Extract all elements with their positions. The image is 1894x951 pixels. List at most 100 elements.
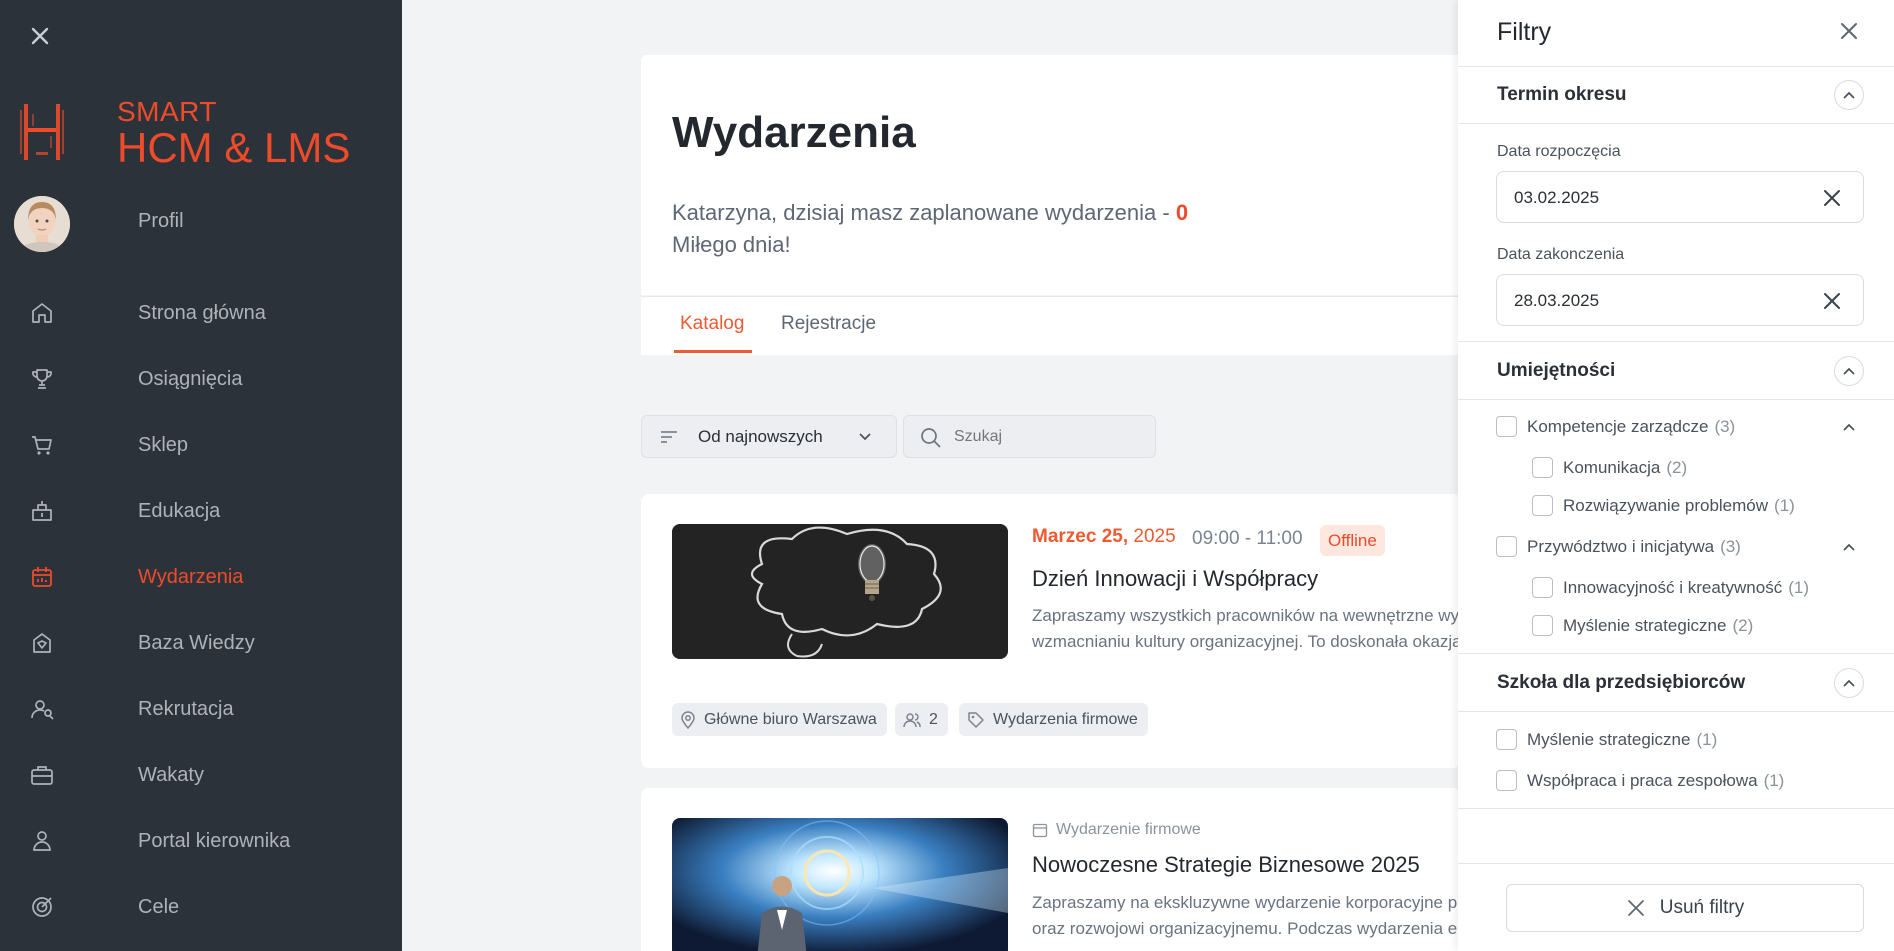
tab-katalog[interactable]: Katalog xyxy=(680,313,744,335)
event-date-month: Marzec 25, xyxy=(1032,526,1129,547)
checkbox-count: (1) xyxy=(1763,770,1785,790)
sidebar: SMART HCM & LMS Profil Strona główna Osi… xyxy=(0,0,402,951)
sidebar-item-baza-wiedzy[interactable]: Baza Wiedzy xyxy=(0,618,402,668)
event-image[interactable] xyxy=(672,818,1008,951)
filter-checkbox-row[interactable]: Myślenie strategiczne (2) xyxy=(1532,615,1753,636)
location-chip: Główne biuro Warszawa xyxy=(672,703,887,736)
brand-name: SMART HCM & LMS xyxy=(117,98,350,170)
checkbox[interactable] xyxy=(1532,495,1553,516)
checkbox-label: Komunikacja xyxy=(1563,457,1661,477)
event-description-line: wzmacnianiu kultury organizacyjnej. To d… xyxy=(1032,632,1462,651)
sidebar-item-wakaty[interactable]: Wakaty xyxy=(0,750,402,800)
checkbox[interactable] xyxy=(1496,536,1517,557)
sidebar-item-strona-glowna[interactable]: Strona główna xyxy=(0,288,402,338)
event-title[interactable]: Nowoczesne Strategie Biznesowe 2025 xyxy=(1032,852,1420,878)
checkbox-label: Kompetencje zarządcze xyxy=(1527,416,1709,436)
filter-panel-title: Filtry xyxy=(1497,18,1552,46)
clear-icon[interactable] xyxy=(1821,187,1843,209)
sidebar-item-cele[interactable]: Cele xyxy=(0,882,402,932)
checkbox[interactable] xyxy=(1496,729,1517,750)
brand-line2: HCM & LMS xyxy=(117,124,351,171)
sidebar-item-sklep[interactable]: Sklep xyxy=(0,420,402,470)
checkbox-count: (2) xyxy=(1666,457,1688,477)
checkbox[interactable] xyxy=(1532,577,1553,598)
tab-rejestracje[interactable]: Rejestracje xyxy=(781,313,876,335)
sidebar-item-label: Edukacja xyxy=(138,499,221,522)
search-field[interactable] xyxy=(903,415,1156,458)
filter-checkbox-row[interactable]: Rozwiązywanie problemów (1) xyxy=(1532,495,1795,516)
section-title-period: Termin okresu xyxy=(1497,84,1627,105)
checkbox-label: Innowacyjność i kreatywność xyxy=(1563,577,1783,597)
chevron-up-icon xyxy=(1843,367,1855,375)
divider xyxy=(1458,863,1894,864)
filter-checkbox-row[interactable]: Współpraca i praca zespołowa (1) xyxy=(1496,770,1784,791)
checkbox-count: (2) xyxy=(1732,615,1754,635)
checkbox[interactable] xyxy=(1496,770,1517,791)
event-image[interactable] xyxy=(672,524,1008,659)
sidebar-item-label: Strona główna xyxy=(138,301,266,324)
close-icon[interactable] xyxy=(26,22,54,50)
end-date-input[interactable] xyxy=(1514,289,1774,313)
location-pin-icon xyxy=(681,710,695,729)
greeting-text: Katarzyna, dzisiaj masz zaplanowane wyda… xyxy=(672,200,1176,225)
event-time: 09:00 - 11:00 xyxy=(1192,528,1303,549)
filter-checkbox-row[interactable]: Myślenie strategiczne (1) xyxy=(1496,729,1717,750)
start-date-input[interactable] xyxy=(1514,186,1774,210)
reset-filters-label: Usuń filtry xyxy=(1659,897,1745,918)
chevron-down-icon xyxy=(859,433,871,441)
checkbox-label: Myślenie strategiczne xyxy=(1527,729,1691,749)
tabs-bar xyxy=(641,296,1461,355)
end-date-field[interactable] xyxy=(1496,274,1864,326)
sidebar-item-edukacja[interactable]: Edukacja xyxy=(0,486,402,536)
logo-icon xyxy=(20,104,64,160)
checkbox[interactable] xyxy=(1532,457,1553,478)
checkbox[interactable] xyxy=(1496,416,1517,437)
start-date-label: Data rozpoczęcia xyxy=(1497,143,1621,160)
filter-checkbox-row[interactable]: Innowacyjność i kreatywność (1) xyxy=(1532,577,1809,598)
event-title[interactable]: Dzień Innowacji i Współpracy xyxy=(1032,566,1318,592)
checkbox[interactable] xyxy=(1532,615,1553,636)
sidebar-item-label: Cele xyxy=(138,895,180,918)
sidebar-item-profil[interactable]: Profil xyxy=(0,196,402,246)
event-description: Zapraszamy na ekskluzywne wydarzenie kor… xyxy=(1032,890,1462,942)
tab-active-indicator xyxy=(674,350,752,353)
page-title: Wydarzenia xyxy=(672,108,916,157)
filter-checkbox-row[interactable]: Przywództwo i inicjatywa (3) xyxy=(1496,536,1741,557)
filter-checkbox-row[interactable]: Kompetencje zarządcze (3) xyxy=(1496,416,1735,437)
search-input[interactable] xyxy=(954,425,1144,449)
sidebar-item-label: Wakaty xyxy=(138,763,204,786)
sort-label: Od najnowszych xyxy=(698,427,823,446)
clear-icon[interactable] xyxy=(1821,290,1843,312)
start-date-field[interactable] xyxy=(1496,171,1864,223)
checkbox-count: (3) xyxy=(1720,536,1741,556)
status-badge: Offline xyxy=(1320,525,1385,556)
chevron-up-icon[interactable] xyxy=(1840,418,1858,436)
end-date-label: Data zakonczenia xyxy=(1497,246,1625,263)
checkbox-label: Przywództwo i inicjatywa xyxy=(1527,536,1715,556)
chevron-up-icon[interactable] xyxy=(1840,538,1858,556)
filter-checkbox-row[interactable]: Komunikacja (2) xyxy=(1532,457,1687,478)
sidebar-item-portal-kierownika[interactable]: Portal kierownika xyxy=(0,816,402,866)
sort-select[interactable]: Od najnowszych xyxy=(641,415,897,458)
sidebar-item-wydarzenia[interactable]: Wydarzenia xyxy=(0,552,402,602)
category-label: Wydarzenia firmowe xyxy=(993,710,1138,728)
sidebar-item-label: Wydarzenia xyxy=(138,565,244,588)
reset-filters-button[interactable]: Usuń filtry xyxy=(1506,884,1864,932)
event-description-line: oraz rozwojowi organizacyjnemu. Podczas … xyxy=(1032,919,1462,938)
event-date-year: 2025 xyxy=(1133,526,1176,547)
users-icon xyxy=(903,712,921,727)
knowledge-icon xyxy=(33,633,51,653)
section-collapse-button[interactable] xyxy=(1834,668,1864,698)
sidebar-item-osiagniecia[interactable]: Osiągnięcia xyxy=(0,354,402,404)
greeting: Katarzyna, dzisiaj masz zaplanowane wyda… xyxy=(672,197,1188,261)
sidebar-item-rekrutacja[interactable]: Rekrutacja xyxy=(0,684,402,734)
event-description-line: Zapraszamy na ekskluzywne wydarzenie kor… xyxy=(1032,893,1462,912)
education-icon xyxy=(32,501,52,521)
section-collapse-button[interactable] xyxy=(1834,356,1864,386)
trophy-icon xyxy=(32,369,52,389)
cart-icon xyxy=(32,436,52,455)
calendar-small-icon xyxy=(1032,823,1048,838)
section-collapse-button[interactable] xyxy=(1834,80,1864,110)
close-icon[interactable] xyxy=(1836,18,1862,44)
chevron-up-icon xyxy=(1843,91,1855,99)
